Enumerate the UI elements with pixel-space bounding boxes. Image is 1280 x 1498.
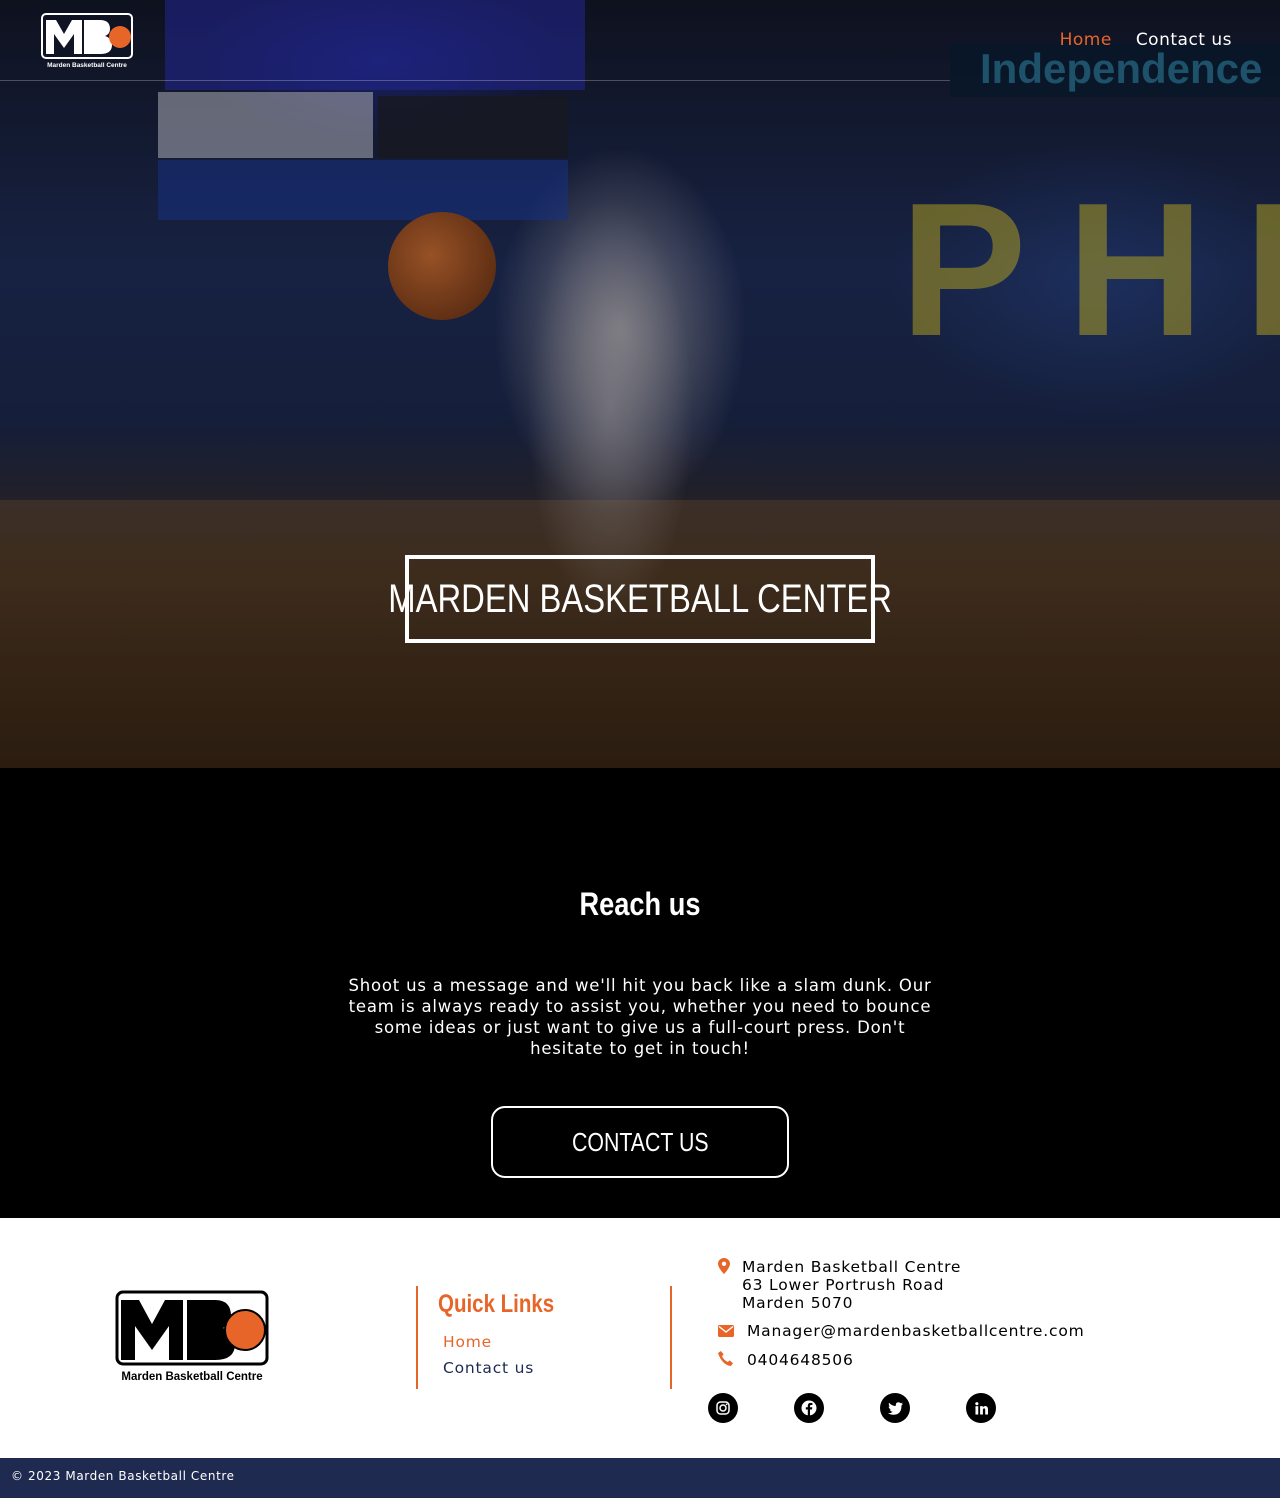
footer-contact-link[interactable]: Contact us (443, 1359, 670, 1377)
address-line: Marden 5070 (742, 1294, 854, 1312)
reach-us-text: Shoot us a message and we'll hit you bac… (348, 976, 932, 1058)
footer-home-link[interactable]: Home (443, 1333, 670, 1351)
phone-link[interactable]: 0404648506 (747, 1351, 854, 1369)
nav-divider (0, 80, 950, 81)
contact-us-button-label: CONTACT US (571, 1126, 709, 1157)
facebook-icon[interactable] (794, 1393, 824, 1423)
footer-logo-caption: Marden Basketball Centre (121, 1371, 262, 1383)
main-nav: Home Contact us (1060, 30, 1232, 50)
nav-home-link[interactable]: Home (1060, 30, 1112, 50)
site-logo[interactable]: Marden Basketball Centre (40, 12, 134, 70)
address-line: 63 Lower Portrush Road (742, 1276, 945, 1294)
envelope-icon (718, 1322, 745, 1341)
reach-us-section: Reach us Shoot us a message and we'll hi… (0, 768, 1280, 1218)
instagram-icon[interactable] (708, 1393, 738, 1423)
phone-row: 0404648506 (718, 1351, 1085, 1370)
map-pin-icon (718, 1258, 740, 1278)
email-link[interactable]: Manager@mardenbasketballcentre.com (747, 1322, 1085, 1340)
quick-links-title: Quick Links (438, 1290, 555, 1318)
copyright-bar: © 2023 Marden Basketball Centre (0, 1458, 1280, 1498)
hero-overlay (0, 0, 1280, 768)
site-footer: Marden Basketball Centre Quick Links Hom… (0, 1218, 1280, 1458)
reach-us-heading: Reach us (579, 886, 701, 922)
hero-section: PHI Independence Marden Basketball Centr… (0, 0, 1280, 768)
footer-logo[interactable]: Marden Basketball Centre (115, 1290, 270, 1385)
nav-contact-link[interactable]: Contact us (1136, 30, 1232, 50)
logo-caption: Marden Basketball Centre (47, 62, 127, 69)
address-row: Marden Basketball Centre 63 Lower Portru… (718, 1258, 1085, 1312)
linkedin-icon[interactable] (966, 1393, 996, 1423)
hero-title: MARDEN BASKETBALL CENTER (388, 576, 892, 621)
contact-info: Marden Basketball Centre 63 Lower Portru… (718, 1258, 1085, 1380)
address-line: Marden Basketball Centre (742, 1258, 962, 1276)
twitter-icon[interactable] (880, 1393, 910, 1423)
quick-links: Quick Links Home Contact us (416, 1286, 672, 1389)
social-links (708, 1393, 996, 1423)
copyright-text: © 2023 Marden Basketball Centre (11, 1469, 235, 1483)
email-row: Manager@mardenbasketballcentre.com (718, 1322, 1085, 1341)
hero-title-box: MARDEN BASKETBALL CENTER (388, 555, 892, 643)
contact-us-button[interactable]: CONTACT US (491, 1106, 789, 1178)
phone-icon (718, 1351, 745, 1370)
